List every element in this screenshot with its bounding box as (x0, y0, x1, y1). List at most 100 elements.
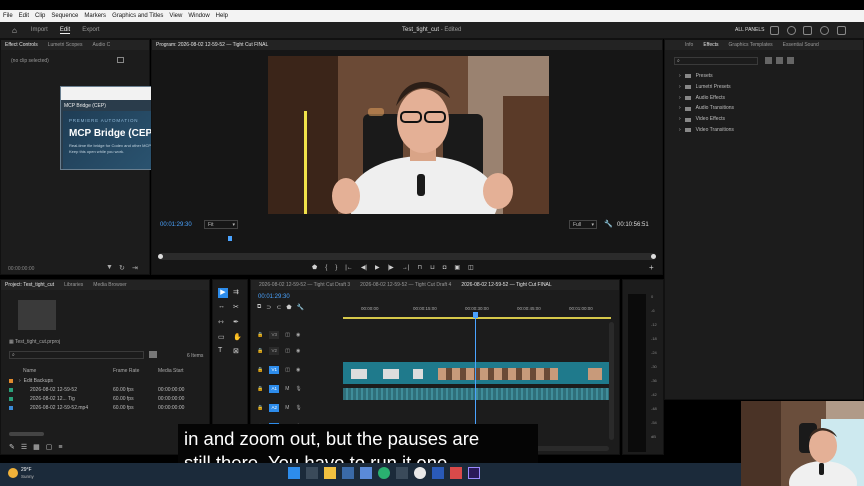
list-view-icon[interactable]: ☰ (21, 443, 27, 451)
tab-graphics-templates[interactable]: Graphics Templates (729, 42, 773, 48)
camera-icon[interactable]: ◘ (443, 265, 447, 271)
filter-icon[interactable]: ▼ (106, 264, 113, 271)
tab-export[interactable]: Export (82, 27, 99, 33)
track-label-v1[interactable]: V1 (269, 365, 280, 374)
chrome-icon[interactable] (378, 467, 390, 479)
scroll-handle-left[interactable] (158, 254, 163, 259)
windows-start-icon[interactable] (288, 467, 300, 479)
menu-view[interactable]: View (169, 13, 182, 19)
extract-icon[interactable]: ⊔ (430, 264, 435, 271)
effects-folder[interactable]: › Video Transitions (679, 125, 734, 136)
mute-icon[interactable]: M (285, 405, 289, 411)
file-explorer-icon[interactable] (324, 467, 336, 479)
lock-icon[interactable]: 🔒 (257, 386, 263, 392)
pencil-icon[interactable]: ✎ (9, 443, 15, 451)
app-icon[interactable] (396, 467, 408, 479)
program-scrub-bar[interactable] (158, 236, 656, 244)
panel-toggle-icon[interactable] (770, 26, 779, 35)
hand-tool-icon[interactable]: ✋ (233, 333, 242, 341)
tab-edit[interactable]: Edit (59, 27, 71, 34)
type-tool-icon[interactable]: T (218, 347, 222, 354)
ripple-edit-tool-icon[interactable]: ↔ (218, 303, 225, 310)
menu-file[interactable]: File (3, 13, 13, 19)
vr-icon[interactable]: ◫ (468, 264, 474, 271)
mark-in-icon[interactable]: { (325, 265, 327, 271)
lock-icon[interactable]: 🔒 (257, 367, 263, 373)
column-name-header[interactable]: Name (23, 368, 36, 374)
slip-tool-icon[interactable]: ⇿ (218, 318, 224, 326)
program-playhead[interactable] (228, 236, 232, 241)
step-forward-icon[interactable]: |▶ (388, 264, 394, 271)
play-icon[interactable]: ▶ (375, 264, 380, 271)
app-icon[interactable] (360, 467, 372, 479)
menu-help[interactable]: Help (216, 13, 228, 19)
quick-export-icon[interactable] (786, 26, 796, 35)
export-frame-icon[interactable]: ⇥ (132, 264, 138, 272)
menu-window[interactable]: Window (188, 13, 209, 19)
shape-tool-icon[interactable]: ⊠ (233, 347, 239, 355)
accelerated-effects-icon[interactable] (765, 57, 772, 64)
effects-folder[interactable]: › Audio Transitions (679, 103, 734, 114)
timeline-vertical-scrollbar[interactable] (609, 322, 614, 440)
tab-libraries[interactable]: Libraries (64, 282, 83, 288)
effects-folder[interactable]: › Lumetri Presets (679, 82, 734, 93)
effects-folder[interactable]: › Audio Effects (679, 93, 734, 104)
openai-icon[interactable] (414, 467, 426, 479)
eye-icon[interactable]: ◉ (296, 332, 300, 338)
tab-media-browser[interactable]: Media Browser (93, 282, 126, 288)
eye-icon[interactable]: ◉ (296, 348, 300, 354)
rectangle-tool-icon[interactable]: ▭ (218, 333, 225, 341)
project-row[interactable]: › Edit Backups (9, 376, 205, 385)
razor-tool-icon[interactable]: ✂ (233, 303, 239, 311)
tab-audio-clip-mixer[interactable]: Audio C (92, 42, 110, 48)
32bit-effects-icon[interactable] (776, 57, 783, 64)
comparison-icon[interactable]: ▣ (454, 264, 460, 271)
snap-icon[interactable]: ⊃ (266, 304, 271, 311)
tab-import[interactable]: Import (31, 27, 48, 33)
tab-info[interactable]: Info (685, 42, 693, 48)
timeline-settings-icon[interactable]: 🔧 (297, 304, 304, 311)
panel-menu-icon[interactable] (117, 57, 124, 63)
new-bin-icon[interactable] (149, 351, 157, 358)
lock-icon[interactable]: 🔒 (257, 348, 263, 354)
marker-icon[interactable]: ⬟ (312, 264, 317, 271)
zoom-select[interactable]: Fit ▾ (204, 220, 238, 229)
quality-select[interactable]: Full ▾ (569, 220, 597, 229)
search-icon[interactable] (306, 467, 318, 479)
linked-selection-icon[interactable]: ⊂ (276, 304, 281, 311)
microphone-icon[interactable]: 🎙 (295, 386, 301, 392)
fullscreen-icon[interactable] (836, 26, 846, 35)
project-row[interactable]: 2026-08-02 12... Tig 60.00 fps 00:00:00:00 (9, 394, 205, 403)
tab-project[interactable]: Project: Test_tight_cut (5, 282, 54, 288)
video-clip-v1[interactable] (343, 362, 609, 384)
app-icon[interactable] (450, 467, 462, 479)
menu-edit[interactable]: Edit (19, 13, 29, 19)
eye-icon[interactable]: ◉ (296, 367, 300, 373)
go-to-out-icon[interactable]: →| (402, 265, 410, 271)
thumbnail-zoom-slider[interactable] (9, 432, 44, 436)
project-row[interactable]: 2026-08-02 12-59-52.mp4 60.00 fps 00:00:00… (9, 403, 205, 412)
lock-icon[interactable]: 🔒 (257, 405, 263, 411)
selection-tool-icon[interactable]: ▶ (218, 288, 228, 298)
sync-lock-icon[interactable]: ◫ (285, 367, 290, 373)
program-playhead-time[interactable]: 00:01:29:30 (160, 222, 192, 228)
program-zoom-scrollbar[interactable] (158, 253, 656, 260)
add-button-icon[interactable]: + (649, 263, 654, 272)
app-icon[interactable] (342, 467, 354, 479)
track-label-v2[interactable]: V2 (269, 346, 280, 355)
add-marker-icon[interactable]: ⬟ (286, 304, 291, 311)
scroll-handle-right[interactable] (651, 254, 656, 259)
icon-view-icon[interactable]: ▦ (33, 443, 40, 451)
mute-icon[interactable]: M (285, 386, 289, 392)
play-audio-icon[interactable]: ↻ (119, 264, 125, 272)
track-label-a1[interactable]: A1 (269, 384, 280, 393)
lift-icon[interactable]: ⊓ (417, 264, 422, 271)
mark-out-icon[interactable]: } (335, 265, 337, 271)
column-media-start-header[interactable]: Media Start (158, 368, 184, 374)
menu-graphics[interactable]: Graphics and Titles (112, 13, 163, 19)
tab-program[interactable]: Program: 2026-08-02 12-59-52 — Tight Cut… (156, 42, 268, 48)
tab-lumetri-scopes[interactable]: Lumetri Scopes (48, 42, 83, 48)
menu-sequence[interactable]: Sequence (51, 13, 78, 19)
freeform-view-icon[interactable]: ▢ (46, 443, 53, 451)
yuv-effects-icon[interactable] (787, 57, 794, 64)
